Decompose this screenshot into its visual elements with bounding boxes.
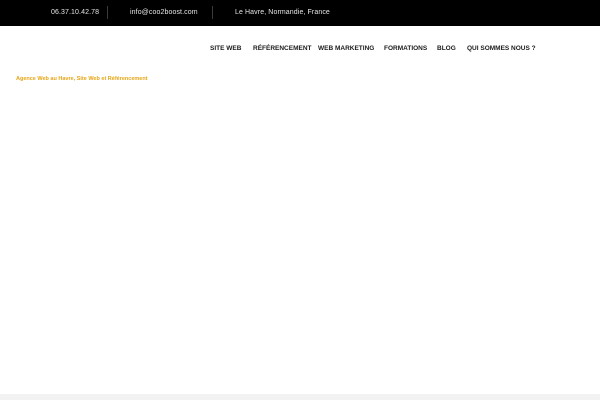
top-contact-bar: 06.37.10.42.78 info@coo2boost.com Le Hav… xyxy=(0,0,600,26)
topbar-divider xyxy=(107,6,108,19)
topbar-divider xyxy=(212,6,213,19)
nav-item-referencement[interactable]: RÉFÉRENCEMENT xyxy=(253,43,312,55)
email-link[interactable]: info@coo2boost.com xyxy=(130,0,198,26)
nav-item-site-web[interactable]: SITE WEB xyxy=(210,43,241,55)
page: 06.37.10.42.78 info@coo2boost.com Le Hav… xyxy=(0,0,600,400)
nav-item-formations[interactable]: FORMATIONS xyxy=(384,43,427,55)
main-navigation: SITE WEB RÉFÉRENCEMENT WEB MARKETING FOR… xyxy=(0,43,600,55)
nav-item-web-marketing[interactable]: WEB MARKETING xyxy=(318,43,374,55)
nav-item-qui-sommes-nous[interactable]: QUI SOMMES NOUS ? xyxy=(467,43,536,55)
location-text: Le Havre, Normandie, France xyxy=(235,9,330,16)
page-tagline: Agence Web au Havre, Site Web et Référen… xyxy=(16,76,148,82)
nav-item-blog[interactable]: BLOG xyxy=(437,43,456,55)
phone-number-link[interactable]: 06.37.10.42.78 xyxy=(51,0,99,26)
footer-strip xyxy=(0,394,600,400)
